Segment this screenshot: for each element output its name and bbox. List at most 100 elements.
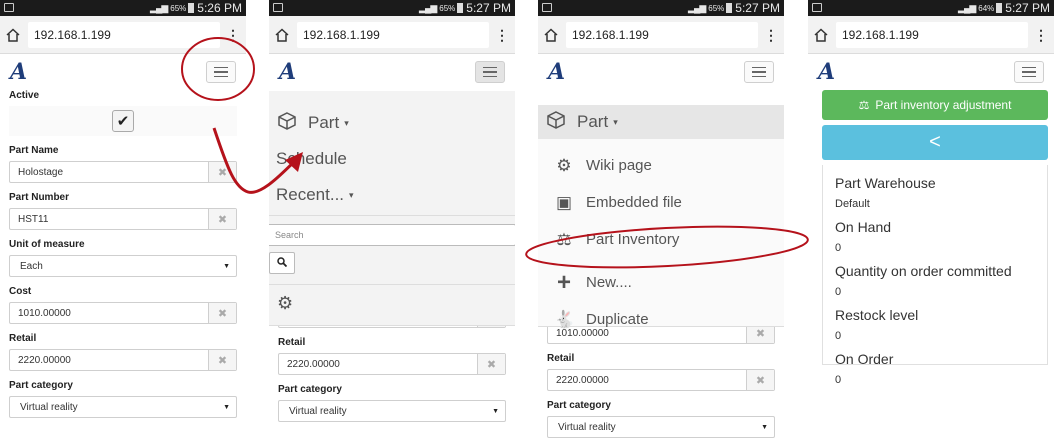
url-field[interactable]: 192.168.1.199 xyxy=(836,21,1028,48)
clock: 5:26 PM xyxy=(197,1,242,15)
part-number-value[interactable]: HST11 xyxy=(10,209,208,229)
cost-value[interactable]: 1010.00000 xyxy=(10,303,208,323)
submenu-item-duplicate[interactable]: 🐇 Duplicate xyxy=(538,301,784,338)
app-logo[interactable]: A xyxy=(10,59,27,85)
field-label: Quantity on order committed xyxy=(835,263,1012,279)
category-label: Part category xyxy=(278,384,342,395)
app-logo[interactable]: A xyxy=(818,59,835,85)
field-value: 0 xyxy=(835,374,842,386)
signal-icon: ▂▄▆ xyxy=(150,2,168,13)
menu-dots-icon[interactable]: ⋮ xyxy=(226,28,240,42)
home-icon[interactable] xyxy=(275,27,289,42)
retail-field[interactable]: 2220.00000 ✖ xyxy=(9,349,237,371)
submenu-item-part-inventory[interactable]: ⚖ Part Inventory xyxy=(538,221,784,258)
category-label: Part category xyxy=(9,380,73,391)
menu-dots-icon[interactable]: ⋮ xyxy=(764,28,778,42)
submenu-item-wiki[interactable]: ⚙ Wiki page xyxy=(538,147,784,184)
active-checkbox[interactable]: ✔ xyxy=(112,110,134,132)
nav-item-schedule[interactable]: Schedule xyxy=(269,141,515,177)
clear-icon[interactable]: ✖ xyxy=(208,350,236,370)
retail-value[interactable]: 2220.00000 xyxy=(10,350,208,370)
clear-icon[interactable]: ✖ xyxy=(208,162,236,182)
part-name-field[interactable]: Holostage ✖ xyxy=(9,161,237,183)
category-select[interactable]: Virtual reality ▼ xyxy=(9,396,237,418)
category-value: Virtual reality xyxy=(20,401,78,413)
cost-field[interactable]: 1010.00000✖ xyxy=(9,302,237,324)
retail-value[interactable]: 2220.00000 xyxy=(548,370,746,390)
clear-icon[interactable]: ✖ xyxy=(746,370,774,390)
retail-field[interactable]: 2220.00000 ✖ xyxy=(278,353,506,375)
cube-icon xyxy=(545,110,567,135)
hamburger-icon[interactable] xyxy=(1014,61,1044,83)
caret-down-icon: ▼ xyxy=(223,403,230,411)
caret-down-icon: ▾ xyxy=(349,189,354,200)
menu-dots-icon[interactable]: ⋮ xyxy=(1034,28,1048,42)
nav-item-recent[interactable]: Recent... ▾ xyxy=(269,177,515,213)
clear-icon[interactable]: ✖ xyxy=(477,354,505,374)
hamburger-icon[interactable] xyxy=(206,61,236,83)
submenu-item-label: Embedded file xyxy=(586,194,682,211)
nav-item-part[interactable]: Part ▾ xyxy=(269,105,515,141)
search-button[interactable] xyxy=(269,252,295,274)
hamburger-icon[interactable] xyxy=(475,61,505,83)
scale-icon: ⚖ xyxy=(858,98,870,112)
caret-down-icon: ▼ xyxy=(761,423,768,431)
app-logo[interactable]: A xyxy=(279,59,296,85)
uom-select[interactable]: Each ▼ xyxy=(9,255,237,277)
battery-icon xyxy=(726,3,733,13)
home-icon[interactable] xyxy=(544,27,558,42)
status-bar: ▂▄▆ 64% 5:27 PM xyxy=(808,0,1054,16)
part-inventory-adjustment-button[interactable]: ⚖ Part inventory adjustment xyxy=(822,90,1048,120)
home-icon[interactable] xyxy=(814,27,828,42)
retail-label: Retail xyxy=(278,337,306,348)
field-label: On Hand xyxy=(835,219,892,235)
category-value: Virtual reality xyxy=(558,421,616,433)
status-bar: ▂▄▆ 65% 5:27 PM xyxy=(538,0,784,16)
url-field[interactable]: 192.168.1.199 xyxy=(28,21,220,48)
caret-down-icon: ▼ xyxy=(492,407,499,415)
category-select[interactable]: Virtual reality ▼ xyxy=(278,400,506,422)
nav-menu-overlay: Part ▾ Schedule Recent... ▾ Search ⚙ xyxy=(269,91,515,326)
gear-icon[interactable]: ⚙ xyxy=(269,293,515,314)
part-form: Active ✔ Part Name Holostage ✖ Part Numbe… xyxy=(0,90,246,418)
clock: 5:27 PM xyxy=(466,1,511,15)
part-name-value[interactable]: Holostage xyxy=(10,162,208,182)
category-select[interactable]: Virtual reality ▼ xyxy=(547,416,775,438)
retail-value[interactable]: 2220.00000 xyxy=(279,354,477,374)
nav-settings-section: ⚙ xyxy=(269,284,515,314)
submenu-item-new[interactable]: + New.... xyxy=(538,264,784,301)
caret-down-icon: ▾ xyxy=(344,117,349,128)
retail-label: Retail xyxy=(547,353,575,364)
submenu-title-part[interactable]: Part ▾ xyxy=(538,105,784,139)
signal-icon: ▂▄▆ xyxy=(958,2,976,13)
phone-screen-part-menu: ▂▄▆ 65% 5:27 PM 192.168.1.199 ⋮ A 1010.0… xyxy=(538,0,784,444)
submenu-item-embedded-file[interactable]: ▣ Embedded file xyxy=(538,184,784,221)
hamburger-icon[interactable] xyxy=(744,61,774,83)
app-logo[interactable]: A xyxy=(548,59,565,85)
menu-dots-icon[interactable]: ⋮ xyxy=(495,28,509,42)
search-icon xyxy=(277,256,288,270)
category-value: Virtual reality xyxy=(289,405,347,417)
rabbit-icon: 🐇 xyxy=(554,309,576,329)
submenu-title-label: Part xyxy=(577,112,609,131)
browser-url-bar: 192.168.1.199 ⋮ xyxy=(538,16,784,54)
app-header: A xyxy=(538,54,784,90)
notification-icon xyxy=(812,3,822,12)
phone-screen-inventory: ▂▄▆ 64% 5:27 PM 192.168.1.199 ⋮ A ⚖ Part … xyxy=(808,0,1054,444)
back-button[interactable]: < xyxy=(822,125,1048,160)
url-field[interactable]: 192.168.1.199 xyxy=(566,21,758,48)
retail-field[interactable]: 2220.00000 ✖ xyxy=(547,369,775,391)
clear-icon[interactable]: ✖ xyxy=(208,303,236,323)
part-number-field[interactable]: HST11 ✖ xyxy=(9,208,237,230)
nav-item-recent-label: Recent... xyxy=(276,185,345,204)
home-icon[interactable] xyxy=(6,27,20,42)
nav-item-schedule-label: Schedule xyxy=(276,149,347,168)
search-input[interactable]: Search xyxy=(269,224,515,246)
field-value: 0 xyxy=(835,242,842,254)
clear-icon[interactable]: ✖ xyxy=(208,209,236,229)
browser-url-bar: 192.168.1.199 ⋮ xyxy=(269,16,515,54)
field-value: 0 xyxy=(835,330,842,342)
submenu-item-label: New.... xyxy=(586,274,632,291)
url-field[interactable]: 192.168.1.199 xyxy=(297,21,489,48)
screenshot-collage: ▂▄▆ 65% 5:26 PM 192.168.1.199 ⋮ A Active… xyxy=(0,0,1054,444)
